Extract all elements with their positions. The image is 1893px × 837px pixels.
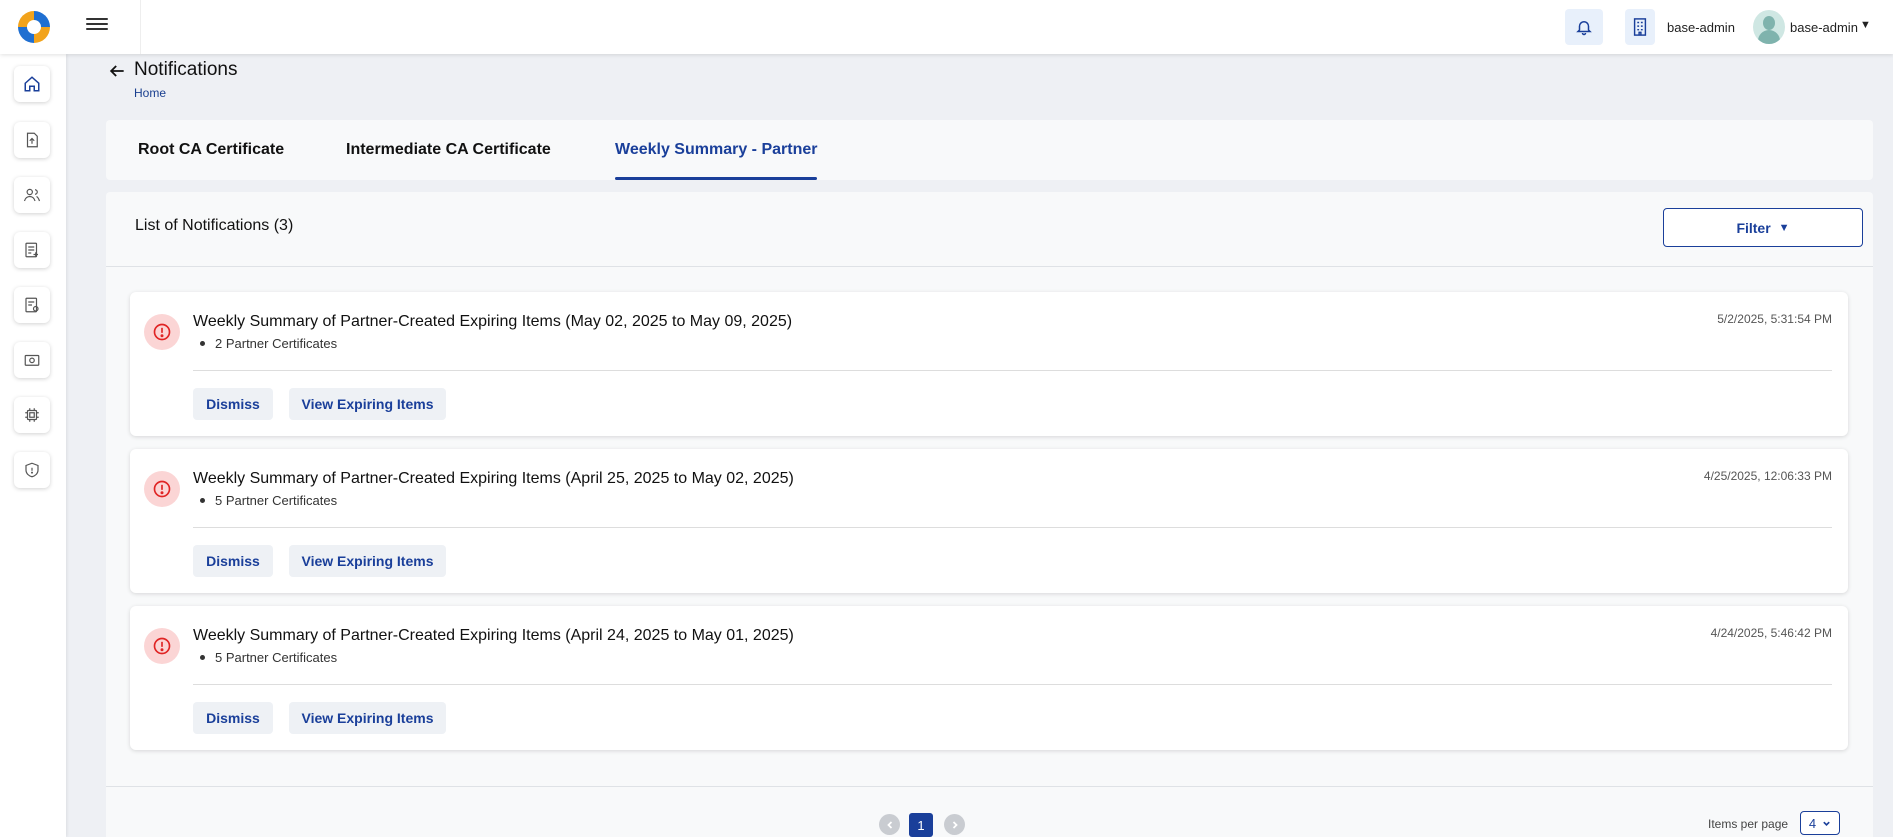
chevron-right-icon bbox=[952, 820, 958, 829]
divider bbox=[106, 786, 1873, 787]
breadcrumb-home[interactable]: Home bbox=[134, 86, 166, 100]
sidebar-item-chip[interactable] bbox=[14, 397, 50, 433]
chip-icon bbox=[25, 408, 39, 422]
tab-bar: Root CA Certificate Intermediate CA Cert… bbox=[106, 120, 1873, 180]
document-settings-icon bbox=[25, 297, 39, 313]
notification-title: Weekly Summary of Partner-Created Expiri… bbox=[193, 470, 794, 487]
notification-detail-text: 5 Partner Certificates bbox=[215, 493, 338, 508]
notification-detail-text: 5 Partner Certificates bbox=[215, 650, 338, 665]
sidebar-item-camera[interactable] bbox=[14, 342, 50, 378]
sidebar-item-upload[interactable] bbox=[14, 122, 50, 158]
divider bbox=[193, 370, 1832, 371]
dismiss-button[interactable]: Dismiss bbox=[193, 388, 273, 420]
previous-page-button[interactable] bbox=[879, 814, 900, 835]
notification-detail: 5 Partner Certificates bbox=[200, 493, 337, 508]
filter-label: Filter bbox=[1736, 219, 1771, 236]
notification-detail: 2 Partner Certificates bbox=[200, 336, 337, 351]
view-expiring-items-button[interactable]: View Expiring Items bbox=[289, 545, 446, 577]
notifications-bell-button[interactable] bbox=[1565, 9, 1603, 45]
hamburger-menu-icon[interactable] bbox=[86, 15, 108, 33]
alert-icon bbox=[144, 628, 180, 664]
notification-detail: 5 Partner Certificates bbox=[200, 650, 337, 665]
page-number-button[interactable]: 1 bbox=[909, 813, 933, 837]
sidebar-item-home[interactable] bbox=[14, 66, 50, 102]
alert-icon bbox=[144, 314, 180, 350]
sidebar-item-security[interactable] bbox=[14, 452, 50, 488]
home-icon bbox=[24, 76, 40, 92]
items-per-page-select[interactable]: 4 bbox=[1800, 811, 1840, 835]
alert-icon bbox=[144, 471, 180, 507]
user-name[interactable]: base-admin bbox=[1790, 20, 1858, 35]
organization-button[interactable] bbox=[1625, 9, 1655, 45]
notification-timestamp: 4/25/2025, 12:06:33 PM bbox=[1703, 469, 1832, 483]
chevron-down-icon bbox=[1823, 821, 1830, 826]
notification-detail-text: 2 Partner Certificates bbox=[215, 336, 338, 351]
notifications-panel: List of Notifications (3) Filter ▼ Weekl… bbox=[106, 192, 1873, 837]
notification-title: Weekly Summary of Partner-Created Expiri… bbox=[193, 313, 793, 330]
app-logo[interactable] bbox=[18, 11, 50, 43]
tab-intermediate-ca-certificate[interactable]: Intermediate CA Certificate bbox=[346, 120, 551, 180]
sidebar bbox=[0, 54, 66, 837]
view-expiring-items-button[interactable]: View Expiring Items bbox=[289, 702, 446, 734]
tab-root-ca-certificate[interactable]: Root CA Certificate bbox=[138, 120, 284, 180]
request-add-icon bbox=[25, 242, 38, 258]
back-arrow-icon[interactable] bbox=[107, 61, 127, 81]
sidebar-item-users[interactable] bbox=[14, 177, 50, 213]
chevron-left-icon bbox=[886, 820, 892, 829]
dismiss-button[interactable]: Dismiss bbox=[193, 545, 273, 577]
caret-down-icon[interactable]: ▼ bbox=[1860, 19, 1871, 31]
shield-icon bbox=[25, 462, 39, 478]
divider bbox=[193, 684, 1832, 685]
notification-timestamp: 4/24/2025, 5:46:42 PM bbox=[1710, 626, 1832, 640]
divider bbox=[193, 527, 1832, 528]
avatar[interactable] bbox=[1753, 10, 1785, 44]
bullet-icon bbox=[200, 655, 205, 660]
bell-icon bbox=[1576, 21, 1592, 36]
upload-icon bbox=[26, 132, 38, 148]
bullet-icon bbox=[200, 341, 205, 346]
users-icon bbox=[23, 188, 41, 202]
sidebar-item-requests[interactable] bbox=[14, 232, 50, 268]
page-title: Notifications bbox=[134, 59, 238, 80]
view-expiring-items-button[interactable]: View Expiring Items bbox=[289, 388, 446, 420]
caret-down-icon: ▼ bbox=[1778, 221, 1790, 234]
notification-card: Weekly Summary of Partner-Created Expiri… bbox=[130, 449, 1848, 593]
tab-weekly-summary-partner[interactable]: Weekly Summary - Partner bbox=[615, 120, 818, 180]
bullet-icon bbox=[200, 498, 205, 503]
notification-timestamp: 5/2/2025, 5:31:54 PM bbox=[1717, 312, 1832, 326]
panel-header: List of Notifications (3) Filter ▼ bbox=[106, 192, 1873, 267]
camera-icon bbox=[24, 354, 40, 366]
filter-button[interactable]: Filter ▼ bbox=[1663, 208, 1863, 247]
notification-title: Weekly Summary of Partner-Created Expiri… bbox=[193, 627, 794, 644]
dismiss-button[interactable]: Dismiss bbox=[193, 702, 273, 734]
notification-card: Weekly Summary of Partner-Created Expiri… bbox=[130, 292, 1848, 436]
items-per-page-value: 4 bbox=[1808, 815, 1817, 831]
divider bbox=[140, 0, 141, 54]
next-page-button[interactable] bbox=[944, 814, 965, 835]
notification-card: Weekly Summary of Partner-Created Expiri… bbox=[130, 606, 1848, 750]
building-icon bbox=[1633, 18, 1647, 36]
sidebar-item-documents[interactable] bbox=[14, 287, 50, 323]
top-bar: base-admin base-admin ▼ bbox=[0, 0, 1893, 54]
list-title: List of Notifications (3) bbox=[135, 217, 294, 234]
items-per-page-label: Items per page bbox=[1708, 817, 1789, 831]
organization-name[interactable]: base-admin bbox=[1667, 20, 1735, 35]
